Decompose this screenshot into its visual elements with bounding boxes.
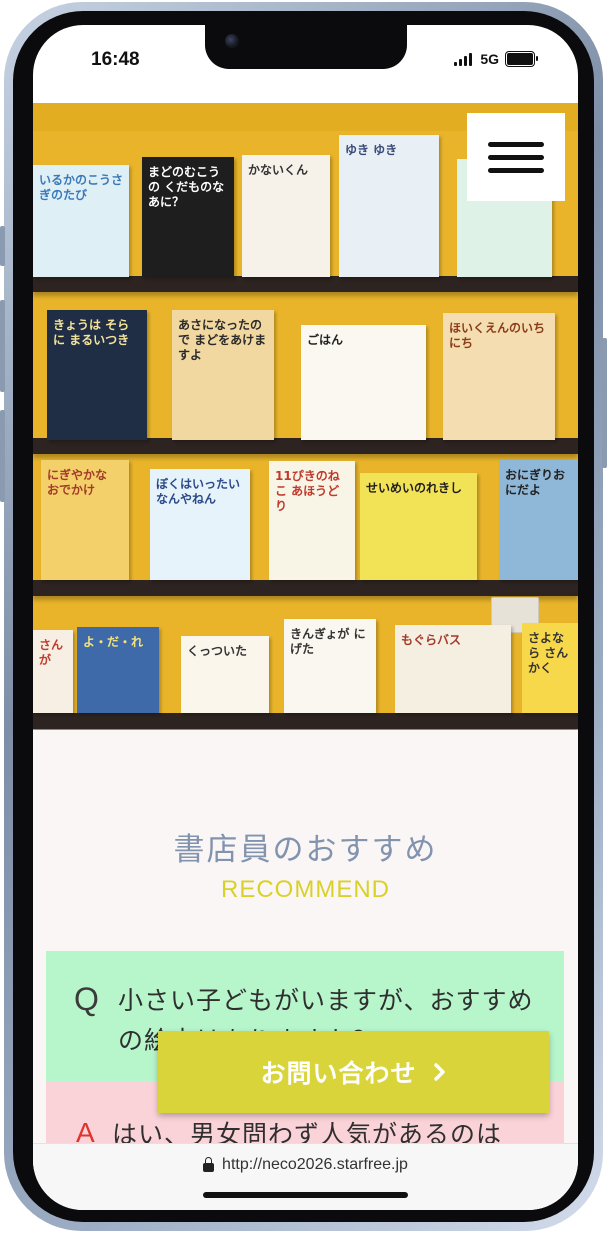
screen: 16:48 5G いるかのこうさぎのたび まどのむこうの くだものなあに？ かな… (33, 25, 578, 1210)
book-cover: ほいくえんのいちにち (443, 313, 555, 440)
signal-icon (454, 52, 474, 66)
book-cover: くっついた (181, 636, 269, 713)
shelf (33, 713, 578, 729)
status-time: 16:48 (91, 49, 140, 70)
book-cover: ぼくはいったい なんやねん (150, 469, 250, 580)
book-cover: おにぎりおにだよ (499, 460, 578, 580)
book-cover: もぐらバス (395, 625, 511, 713)
book-cover: 11ぴきのねこ あほうどり (269, 461, 355, 580)
volume-up-button (0, 300, 5, 392)
book-cover: いるかのこうさぎのたび (33, 165, 129, 277)
url-text[interactable]: http://neco2026.starfree.jp (222, 1156, 408, 1174)
recommend-section: 書店員のおすすめ RECOMMEND Q 小さい子どもがいますが、おすすめの絵本… (33, 730, 578, 1210)
book-cover: まどのむこうの くだものなあに？ (142, 157, 234, 277)
notch (205, 25, 407, 69)
book-cover: さんが (33, 630, 73, 713)
shelf (33, 580, 578, 596)
hamburger-menu-icon (488, 141, 544, 147)
book-cover: きょうは そらに まるいつき (47, 310, 147, 440)
book-cover: よ・だ・れ (77, 627, 159, 713)
section-title: 書店員のおすすめ (173, 832, 438, 868)
question-mark-label: Q (74, 981, 99, 1017)
book-cover: きんぎょが にげた (284, 619, 376, 713)
status-indicators: 5G (454, 51, 538, 67)
browser-url-bar[interactable]: http://neco2026.starfree.jp (33, 1143, 578, 1210)
book-cover: ごはん (301, 325, 426, 440)
chevron-right-icon (433, 1063, 445, 1081)
volume-down-button (0, 410, 5, 502)
section-subtitle: RECOMMEND (221, 876, 390, 903)
book-cover: あさになったので まどをあけますよ (172, 310, 274, 440)
lock-icon (203, 1156, 215, 1172)
battery-icon (505, 51, 538, 67)
book-cover: かないくん (242, 155, 330, 277)
book-cover: せいめいのれきし (360, 473, 477, 580)
power-button (602, 338, 607, 468)
shelf (33, 276, 578, 292)
front-camera-icon (225, 34, 239, 48)
hero-bookshelf-image: いるかのこうさぎのたび まどのむこうの くだものなあに？ かないくん ゆき ゆき… (33, 103, 578, 730)
book-cover: さよなら さんかく (522, 623, 578, 713)
book-cover: ゆき ゆき (339, 135, 439, 277)
home-indicator[interactable] (203, 1192, 408, 1198)
network-label: 5G (480, 51, 499, 67)
contact-button[interactable]: お問い合わせ (158, 1031, 549, 1113)
shelf (33, 438, 578, 454)
hamburger-menu-button[interactable] (467, 113, 565, 201)
contact-button-label: お問い合わせ (260, 1059, 417, 1088)
book-cover: にぎやかな おでかけ (41, 460, 129, 580)
mute-switch (0, 226, 5, 266)
